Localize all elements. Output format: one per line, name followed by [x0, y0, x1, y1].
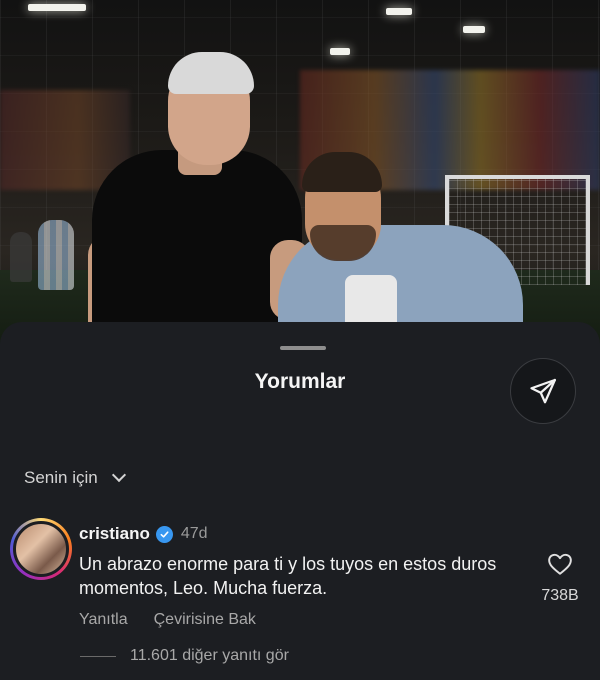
comment-header: cristiano 47d — [79, 524, 208, 544]
avatar[interactable] — [10, 518, 72, 580]
photo-background-person — [10, 232, 32, 282]
share-button[interactable] — [510, 358, 576, 424]
view-replies-button[interactable]: 11.601 diğer yanıtı gör — [80, 647, 289, 665]
translate-button[interactable]: Çevirisine Bak — [154, 611, 256, 629]
photo-ceiling-light — [386, 8, 412, 15]
comment-username[interactable]: cristiano — [79, 524, 150, 544]
avatar-image — [13, 521, 69, 577]
photo-ceiling-light — [463, 26, 485, 33]
comments-sheet: Yorumlar Senin için cristiano 47d Un abr… — [0, 322, 600, 680]
like-count: 738B — [541, 587, 579, 604]
filter-label: Senin için — [24, 468, 98, 487]
comment-timestamp: 47d — [180, 525, 208, 542]
paper-plane-icon — [530, 378, 556, 404]
verified-badge-icon — [155, 525, 173, 543]
replies-divider-line — [80, 655, 116, 657]
view-replies-label: 11.601 diğer yanıtı gör — [130, 647, 289, 664]
photo-ceiling-light — [28, 4, 86, 11]
photo-man-left-hair — [168, 52, 254, 94]
post-photo — [0, 0, 600, 360]
chevron-down-icon — [111, 467, 126, 483]
comment-text: Un abrazo enorme para ti y los tuyos en … — [79, 554, 497, 598]
photo-background-player — [38, 220, 74, 290]
comment-item: cristiano 47d Un abrazo enorme para ti y… — [10, 518, 590, 628]
comment-actions: Yanıtla Çevirisine Bak — [79, 611, 256, 629]
sheet-drag-handle[interactable] — [280, 346, 326, 350]
photo-ceiling-light — [330, 48, 350, 55]
comment-filter-dropdown[interactable]: Senin için — [24, 467, 126, 488]
like-control: 738B — [530, 552, 590, 605]
reply-button[interactable]: Yanıtla — [79, 611, 128, 629]
heart-icon[interactable] — [547, 552, 573, 576]
